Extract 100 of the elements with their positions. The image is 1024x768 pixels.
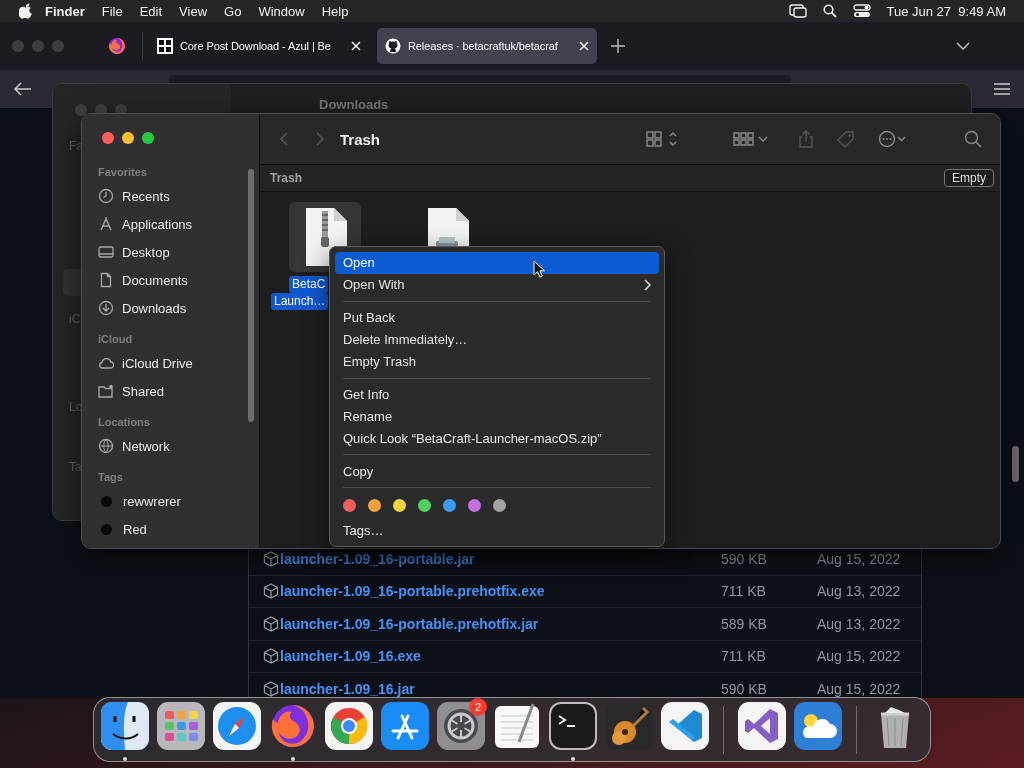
menu-item[interactable]: Put Back xyxy=(335,306,659,329)
menu-bar-clock[interactable]: Tue Jun 27 9:49 AM xyxy=(886,3,1006,19)
menu-item[interactable]: Get Info xyxy=(335,383,659,406)
menu-item[interactable]: Help xyxy=(313,3,357,19)
menu-item[interactable]: Copy xyxy=(335,460,659,483)
app-name-menu[interactable]: Finder xyxy=(33,3,94,19)
menu-item[interactable]: File xyxy=(93,3,132,19)
empty-button[interactable]: Empty xyxy=(944,169,994,187)
tag-color-dot[interactable] xyxy=(343,498,356,512)
new-tab-icon[interactable] xyxy=(611,39,625,53)
close-icon[interactable] xyxy=(579,41,589,51)
browser-tab[interactable]: Core Post Download - Azul | Be xyxy=(149,28,369,64)
logo-tile-icon xyxy=(157,38,173,54)
notepad-icon[interactable] xyxy=(493,701,541,750)
window-control[interactable] xyxy=(122,132,134,144)
scrollbar-thumb[interactable] xyxy=(1012,446,1019,482)
menu-item[interactable]: Quick Look “BetaCraft-Launcher-macOS.zip” xyxy=(335,427,659,450)
asset-date: Aug 13, 2022 xyxy=(817,615,902,632)
scrollbar-thumb[interactable] xyxy=(248,169,254,422)
package-icon xyxy=(263,550,279,567)
sidebar-item[interactable]: Downloads xyxy=(122,300,187,316)
asset-link[interactable]: launcher-1.09_16.exe xyxy=(280,648,421,665)
back-arrow-icon[interactable] xyxy=(14,82,32,96)
chevron-right-icon xyxy=(644,278,651,291)
menu-item[interactable]: Window xyxy=(249,3,314,19)
menu-item[interactable]: Edit xyxy=(131,3,171,19)
cloud-icon[interactable] xyxy=(794,701,842,750)
search-icon[interactable] xyxy=(822,4,837,18)
menu-item[interactable]: Rename xyxy=(335,405,659,428)
menu-item[interactable]: View xyxy=(170,3,216,19)
screen-mirroring-icon[interactable] xyxy=(788,4,807,18)
sidebar-item[interactable]: Red xyxy=(123,521,147,537)
app-store-icon[interactable] xyxy=(381,701,429,750)
sidebar-item[interactable]: Applications xyxy=(122,216,193,232)
monitor-icon xyxy=(98,244,114,260)
terminal-icon[interactable] xyxy=(549,701,597,750)
pointer-icon xyxy=(533,260,545,278)
menu-item[interactable]: Tags… xyxy=(335,519,659,541)
more-options-icon[interactable] xyxy=(878,130,906,148)
sidebar-item[interactable]: Recents xyxy=(122,188,170,204)
app-grid-icon[interactable] xyxy=(157,701,205,750)
octocat-icon xyxy=(385,38,401,54)
code-icon[interactable] xyxy=(738,701,786,750)
asset-date: Aug 13, 2022 xyxy=(817,583,902,600)
asset-size: 590 KB xyxy=(721,680,768,697)
tab-title: Releases · betacraftuk/betacraf xyxy=(408,40,559,52)
face-icon[interactable] xyxy=(101,701,149,750)
asset-date: Aug 15, 2022 xyxy=(817,648,902,665)
asset-link[interactable]: launcher-1.09_16.jar xyxy=(280,680,415,697)
menu-item[interactable]: Go xyxy=(215,3,250,19)
shared-folder-icon xyxy=(98,383,114,399)
package-icon xyxy=(263,583,279,600)
sidebar-item[interactable]: Shared xyxy=(122,383,164,399)
sidebar-item[interactable]: iCloud Drive xyxy=(122,355,193,371)
guitar-icon[interactable] xyxy=(605,701,653,750)
tag-dot xyxy=(101,495,112,507)
sidebar-item[interactable]: Desktop xyxy=(122,244,170,260)
tag-color-dot[interactable] xyxy=(393,498,406,512)
sidebar-heading: Tags xyxy=(98,471,124,485)
sidebar-item[interactable]: Network xyxy=(122,438,170,454)
globe-icon xyxy=(98,438,114,454)
package-icon xyxy=(263,680,279,697)
code-icon[interactable] xyxy=(661,701,709,750)
gear-icon[interactable] xyxy=(437,701,485,750)
compass-icon[interactable] xyxy=(213,701,261,750)
menu-item[interactable]: Open xyxy=(335,252,659,274)
window-control[interactable] xyxy=(102,132,114,144)
menu-item[interactable]: Open With xyxy=(335,273,659,296)
package-icon xyxy=(263,648,279,665)
compass-letter-icon xyxy=(98,216,114,232)
tag-color-dot[interactable] xyxy=(368,498,381,512)
sidebar-item[interactable]: Documents xyxy=(122,272,188,288)
view-grid-icon[interactable] xyxy=(646,130,678,148)
cloud-icon xyxy=(98,355,114,371)
apple-icon xyxy=(19,3,33,19)
tag-color-dot[interactable] xyxy=(493,498,506,512)
file-name: Launch… xyxy=(271,293,329,310)
chevron-down-icon[interactable] xyxy=(956,42,970,50)
close-icon[interactable] xyxy=(351,41,361,51)
ring-icon[interactable] xyxy=(325,701,373,750)
sidebar-heading: iCloud xyxy=(98,333,134,347)
fox-icon[interactable] xyxy=(108,37,126,55)
asset-size: 711 KB xyxy=(721,648,767,665)
menu-item[interactable]: Empty Trash xyxy=(335,350,659,373)
group-icon[interactable] xyxy=(732,130,768,148)
window-control[interactable] xyxy=(142,132,154,144)
tag-color-dot[interactable] xyxy=(418,498,431,512)
document-icon xyxy=(98,272,114,288)
asset-link[interactable]: launcher-1.09_16-portable.prehotfix.jar xyxy=(280,615,539,632)
sidebar-item[interactable]: rewwrerer xyxy=(123,493,181,509)
clock-icon xyxy=(98,188,114,204)
menu-item[interactable]: Delete Immediately… xyxy=(335,328,659,351)
menu-icon[interactable] xyxy=(994,83,1010,95)
asset-size: 590 KB xyxy=(721,550,768,567)
tag-color-dot[interactable] xyxy=(468,498,481,512)
control-center-icon[interactable] xyxy=(852,4,871,18)
asset-link[interactable]: launcher-1.09_16-portable.prehotfix.exe xyxy=(280,583,545,600)
tag-color-dot[interactable] xyxy=(443,498,456,512)
download-icon xyxy=(98,300,114,316)
browser-tab[interactable]: Releases · betacraftuk/betacraf xyxy=(377,28,597,64)
